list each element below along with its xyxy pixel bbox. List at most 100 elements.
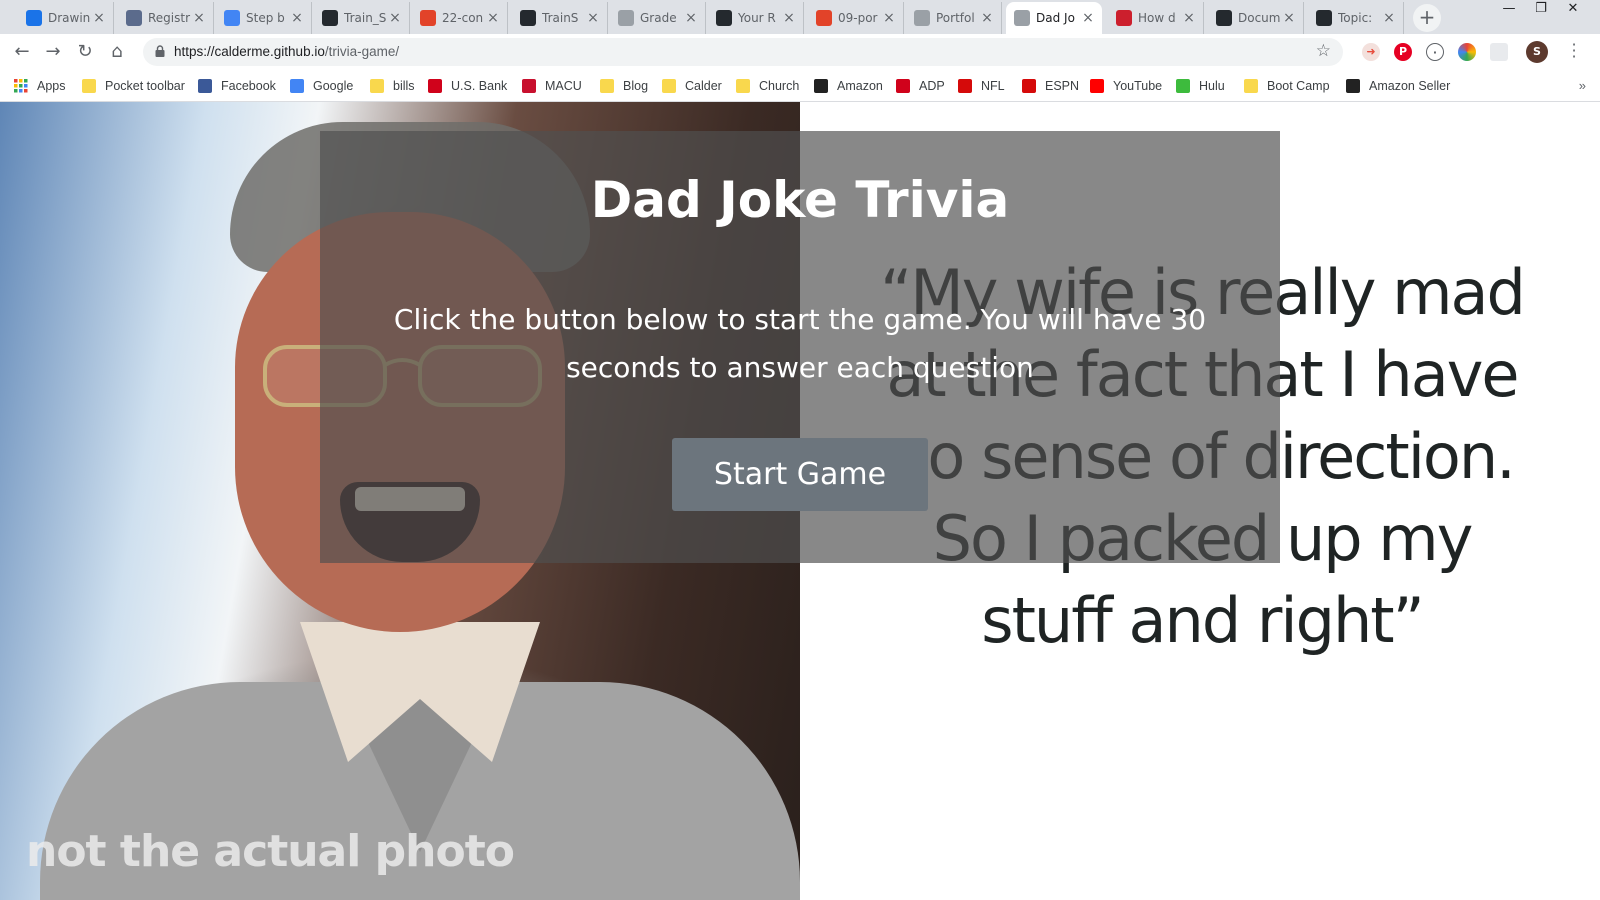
extension-square-icon[interactable] [1490, 43, 1508, 61]
tab-close-icon[interactable]: × [683, 10, 699, 26]
instructions-text: Click the button below to start the game… [393, 303, 1207, 384]
amazon-icon [814, 79, 828, 93]
bookmark-item[interactable]: Apps [14, 77, 66, 95]
folder-icon [600, 79, 614, 93]
tab-close-icon[interactable]: × [485, 10, 501, 26]
tab-close-icon[interactable]: × [289, 10, 305, 26]
bookmark-item[interactable]: Calder [662, 77, 722, 95]
tab-close-icon[interactable]: × [91, 10, 107, 26]
google-icon [290, 79, 304, 93]
page-icon [914, 10, 930, 26]
tab-close-icon[interactable]: × [387, 10, 403, 26]
extension-arrow-icon[interactable]: ➜ [1362, 43, 1380, 61]
tab-5[interactable]: TrainS × [512, 2, 608, 34]
profile-avatar[interactable]: S [1526, 41, 1548, 63]
github-icon [322, 10, 338, 26]
bookmark-item[interactable]: Amazon [814, 77, 883, 95]
url-path: /trivia-game/ [324, 44, 400, 59]
bookmark-item[interactable]: ESPN [1022, 77, 1079, 95]
tab-0[interactable]: Drawing× [18, 2, 114, 34]
menu-dots-icon[interactable]: · · · [1568, 37, 1580, 65]
bookmark-item[interactable]: Boot Camp [1244, 77, 1330, 95]
tab-10[interactable]: Dad Jo × [1006, 2, 1102, 34]
extension-circle-icon[interactable]: · [1426, 43, 1444, 61]
bookmark-item[interactable]: Amazon Seller [1346, 77, 1450, 95]
bookmark-item[interactable]: Facebook [198, 77, 276, 95]
address-bar[interactable]: https://calderme.github.io/trivia-game/ … [143, 38, 1343, 66]
tab-close-icon[interactable]: × [1080, 10, 1096, 26]
bookmark-label: Amazon [837, 79, 883, 93]
tab-3[interactable]: Train_S × [314, 2, 410, 34]
browser-toolbar: ← → ↻ ⌂ https://calderme.github.io/trivi… [0, 34, 1600, 70]
apps-grid-icon [14, 79, 28, 93]
github-icon [520, 10, 536, 26]
tab-1[interactable]: Registr × [118, 2, 214, 34]
back-arrow-icon[interactable]: ← [9, 39, 35, 65]
opera-icon [1116, 10, 1132, 26]
tab-close-icon[interactable]: × [585, 10, 601, 26]
bookmark-star-icon[interactable]: ☆ [1316, 41, 1331, 61]
bookmark-label: Facebook [221, 79, 276, 93]
bookmark-item[interactable]: NFL [958, 77, 1005, 95]
bookmark-label: Apps [37, 79, 66, 93]
forward-arrow-icon[interactable]: → [40, 39, 66, 65]
tab-close-icon[interactable]: × [1381, 10, 1397, 26]
home-icon[interactable]: ⌂ [104, 39, 130, 65]
tab-title: Train_S [344, 11, 387, 25]
tab-4[interactable]: 22-con × [412, 2, 508, 34]
tab-11[interactable]: How d × [1108, 2, 1204, 34]
macu-icon [522, 79, 536, 93]
tab-8[interactable]: 09-por × [808, 2, 904, 34]
tab-close-icon[interactable]: × [881, 10, 897, 26]
lock-icon [155, 45, 165, 57]
tab-6[interactable]: Grade × [610, 2, 706, 34]
tab-close-icon[interactable]: × [1281, 10, 1297, 26]
bookmark-item[interactable]: YouTube [1090, 77, 1162, 95]
tab-close-icon[interactable]: × [979, 10, 995, 26]
tab-close-icon[interactable]: × [191, 10, 207, 26]
bookmarks-overflow-icon[interactable]: » [1579, 78, 1586, 93]
bookmark-item[interactable]: Church [736, 77, 799, 95]
bookmark-item[interactable]: Hulu [1176, 77, 1225, 95]
page-content: not the actual photo “My wife is really … [0, 102, 1600, 900]
bookmark-item[interactable]: MACU [522, 77, 582, 95]
bookmark-item[interactable]: bills [370, 77, 415, 95]
bookmark-label: Pocket toolbar [105, 79, 185, 93]
folder-icon [1244, 79, 1258, 93]
close-window-icon[interactable]: ✕ [1558, 0, 1588, 20]
bookmark-item[interactable]: U.S. Bank [428, 77, 507, 95]
bookmark-item[interactable]: ADP [896, 77, 945, 95]
tab-close-icon[interactable]: × [781, 10, 797, 26]
minimize-icon[interactable]: — [1494, 0, 1524, 20]
bookmark-item[interactable]: Pocket toolbar [82, 77, 185, 95]
restore-icon[interactable]: ❐ [1526, 0, 1556, 20]
facebook-icon [198, 79, 212, 93]
folder-icon [662, 79, 676, 93]
tab-13[interactable]: Topic: × [1308, 2, 1404, 34]
chrome-extension-icon[interactable] [1458, 43, 1476, 61]
tab-9[interactable]: Portfol × [906, 2, 1002, 34]
bookmark-item[interactable]: Google [290, 77, 353, 95]
tab-title: Grade [640, 11, 677, 25]
hulu-icon [1176, 79, 1190, 93]
bookmark-label: Boot Camp [1267, 79, 1330, 93]
amazon-icon [1346, 79, 1360, 93]
tab-title: 22-con [442, 11, 484, 25]
pinterest-icon[interactable]: P [1394, 43, 1412, 61]
folder-icon [736, 79, 750, 93]
start-game-button[interactable]: Start Game [672, 438, 928, 511]
tab-close-icon[interactable]: × [1181, 10, 1197, 26]
reload-icon[interactable]: ↻ [72, 39, 98, 65]
tab-title: Step b [246, 11, 285, 25]
bookmark-label: MACU [545, 79, 582, 93]
tab-12[interactable]: Docum × [1208, 2, 1304, 34]
tab-2[interactable]: Step b × [216, 2, 312, 34]
tab-7[interactable]: Your R × [708, 2, 804, 34]
github-icon [1316, 10, 1332, 26]
folder-icon [370, 79, 384, 93]
tab-title: Registr [148, 11, 191, 25]
page-icon [1014, 10, 1030, 26]
new-tab-button[interactable]: + [1413, 4, 1441, 32]
bookmark-item[interactable]: Blog [600, 77, 648, 95]
github-icon [1216, 10, 1232, 26]
